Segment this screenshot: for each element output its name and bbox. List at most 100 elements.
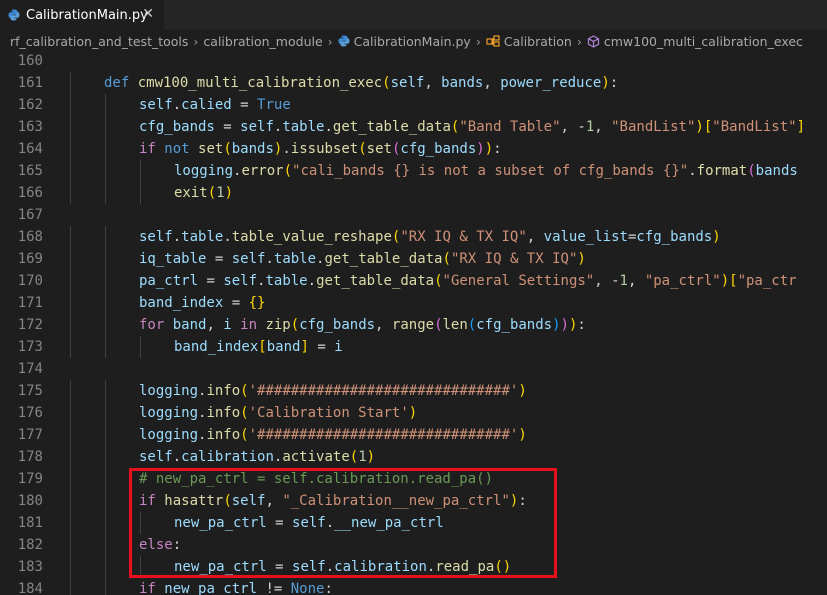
method-symbol-icon bbox=[587, 34, 599, 48]
line-number: 178 bbox=[17, 449, 43, 465]
highlight-annotation-box bbox=[129, 468, 557, 578]
python-file-icon bbox=[338, 35, 350, 47]
code-text: self.calibration.activate(1) bbox=[139, 449, 376, 465]
tab-bar: CalibrationMain.py ✕ bbox=[0, 0, 827, 30]
code-line[interactable]: 164 if not set(bands).issubset(set(cfg_ba… bbox=[0, 138, 827, 160]
line-number: 181 bbox=[17, 515, 43, 531]
line-number: 172 bbox=[17, 317, 43, 333]
code-text: pa_ctrl = self.table.get_table_data("Gen… bbox=[139, 273, 797, 289]
line-number: 179 bbox=[17, 471, 43, 487]
code-line[interactable]: 162 self.calied = True bbox=[0, 94, 827, 116]
code-line[interactable]: 169 iq_table = self.table.get_table_data(… bbox=[0, 248, 827, 270]
indent-guide bbox=[70, 468, 71, 490]
code-text: for band, i in zip(cfg_bands, range(len(… bbox=[139, 317, 586, 333]
breadcrumb-item-file[interactable]: CalibrationMain.py bbox=[354, 34, 471, 49]
line-number: 160 bbox=[17, 53, 43, 69]
code-line[interactable]: 160 bbox=[0, 52, 827, 72]
code-text: if not set(bands).issubset(set(cfg_bands… bbox=[139, 141, 502, 157]
python-file-icon bbox=[8, 9, 20, 21]
indent-guide bbox=[70, 424, 71, 446]
class-symbol-icon bbox=[486, 35, 500, 47]
code-text: if new_pa_ctrl != None: bbox=[139, 581, 333, 595]
line-number: 167 bbox=[17, 207, 43, 223]
editor-tab[interactable]: CalibrationMain.py ✕ bbox=[0, 0, 164, 30]
code-line[interactable]: 177 logging.info('#######################… bbox=[0, 424, 827, 446]
code-line[interactable]: 184 if new_pa_ctrl != None: bbox=[0, 578, 827, 595]
tab-filename: CalibrationMain.py bbox=[26, 7, 148, 23]
code-line[interactable]: 167 bbox=[0, 204, 827, 226]
indent-guide bbox=[105, 490, 106, 512]
code-line[interactable]: 178 self.calibration.activate(1) bbox=[0, 446, 827, 468]
indent-guide bbox=[70, 512, 71, 534]
code-line[interactable]: 174 bbox=[0, 358, 827, 380]
indent-guide bbox=[70, 160, 71, 182]
indent-guide bbox=[70, 402, 71, 424]
code-line[interactable]: 170 pa_ctrl = self.table.get_table_data("… bbox=[0, 270, 827, 292]
indent-guide bbox=[140, 160, 141, 182]
code-line[interactable]: 176 logging.info('Calibration Start') bbox=[0, 402, 827, 424]
code-line[interactable]: 163 cfg_bands = self.table.get_table_data… bbox=[0, 116, 827, 138]
breadcrumb-item-method[interactable]: cmw100_multi_calibration_exec bbox=[604, 34, 803, 49]
indent-guide bbox=[140, 182, 141, 204]
line-number: 177 bbox=[17, 427, 43, 443]
code-text: logging.error("cali_bands {} is not a su… bbox=[174, 163, 798, 179]
indent-guide bbox=[105, 556, 106, 578]
chevron-right-icon: › bbox=[193, 33, 199, 49]
line-number: 183 bbox=[17, 559, 43, 575]
indent-guide bbox=[70, 270, 71, 292]
line-number: 170 bbox=[17, 273, 43, 289]
indent-guide bbox=[70, 490, 71, 512]
indent-guide bbox=[105, 446, 106, 468]
code-text: logging.info('##########################… bbox=[139, 383, 527, 399]
line-number: 169 bbox=[17, 251, 43, 267]
code-text: band_index[band] = i bbox=[174, 339, 343, 355]
code-line[interactable]: 171 band_index = {} bbox=[0, 292, 827, 314]
indent-guide bbox=[105, 226, 106, 248]
line-number: 182 bbox=[17, 537, 43, 553]
code-text: self.table.table_value_reshape("RX IQ & … bbox=[139, 229, 721, 245]
indent-guide bbox=[105, 424, 106, 446]
breadcrumb: rf_calibration_and_test_tools › calibrat… bbox=[0, 30, 827, 52]
indent-guide bbox=[70, 336, 71, 358]
chevron-right-icon: › bbox=[576, 33, 582, 49]
indent-guide bbox=[70, 116, 71, 138]
chevron-right-icon: › bbox=[327, 33, 333, 49]
line-number: 162 bbox=[17, 97, 43, 113]
close-icon[interactable]: ✕ bbox=[142, 6, 154, 22]
line-number: 176 bbox=[17, 405, 43, 421]
indent-guide bbox=[105, 248, 106, 270]
breadcrumb-item-module[interactable]: calibration_module bbox=[203, 34, 322, 49]
code-line[interactable]: 161 def cmw100_multi_calibration_exec(sel… bbox=[0, 72, 827, 94]
breadcrumb-item-class[interactable]: Calibration bbox=[504, 34, 572, 49]
code-line[interactable]: 172 for band, i in zip(cfg_bands, range(l… bbox=[0, 314, 827, 336]
code-text: cfg_bands = self.table.get_table_data("B… bbox=[139, 119, 806, 135]
code-text: def cmw100_multi_calibration_exec(self, … bbox=[104, 75, 619, 91]
indent-guide bbox=[105, 314, 106, 336]
indent-guide bbox=[105, 336, 106, 358]
code-line[interactable]: 175 logging.info('#######################… bbox=[0, 380, 827, 402]
indent-guide bbox=[105, 270, 106, 292]
indent-guide bbox=[105, 534, 106, 556]
line-number: 168 bbox=[17, 229, 43, 245]
indent-guide bbox=[105, 380, 106, 402]
indent-guide bbox=[140, 336, 141, 358]
indent-guide bbox=[70, 292, 71, 314]
indent-guide bbox=[70, 72, 71, 94]
indent-guide bbox=[105, 578, 106, 595]
code-text: logging.info('##########################… bbox=[139, 427, 527, 443]
indent-guide bbox=[70, 94, 71, 116]
indent-guide bbox=[70, 380, 71, 402]
breadcrumb-item-folder[interactable]: rf_calibration_and_test_tools bbox=[10, 34, 188, 49]
code-line[interactable]: 166 exit(1) bbox=[0, 182, 827, 204]
indent-guide bbox=[105, 160, 106, 182]
indent-guide bbox=[70, 556, 71, 578]
code-text: logging.info('Calibration Start') bbox=[139, 405, 418, 421]
code-line[interactable]: 168 self.table.table_value_reshape("RX IQ… bbox=[0, 226, 827, 248]
code-text: band_index = {} bbox=[139, 295, 266, 311]
line-number: 184 bbox=[17, 581, 43, 595]
code-line[interactable]: 165 logging.error("cali_bands {} is not a… bbox=[0, 160, 827, 182]
indent-guide bbox=[70, 248, 71, 270]
indent-guide bbox=[105, 512, 106, 534]
code-text: self.calied = True bbox=[139, 97, 291, 113]
code-line[interactable]: 173 band_index[band] = i bbox=[0, 336, 827, 358]
